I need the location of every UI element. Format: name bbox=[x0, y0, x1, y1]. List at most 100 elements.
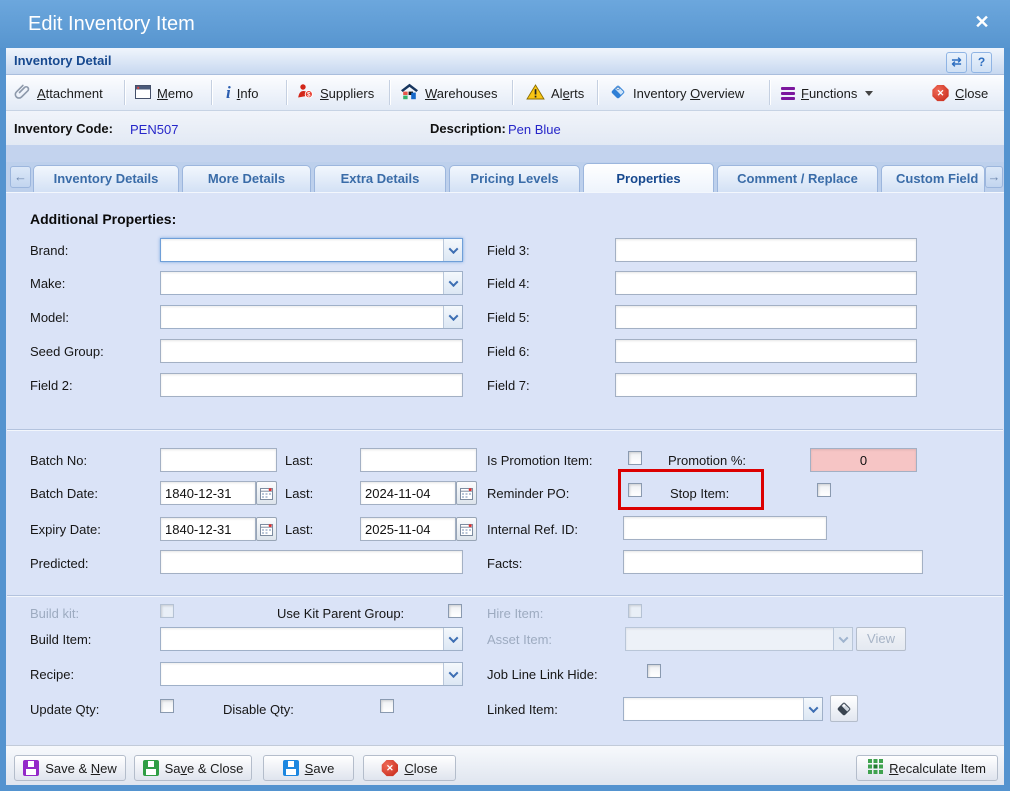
expiry-date-last-label: Last: bbox=[285, 522, 313, 537]
field4-input[interactable] bbox=[615, 271, 917, 295]
batch-no-last-input[interactable] bbox=[360, 448, 477, 472]
hire-item-label: Hire Item: bbox=[487, 606, 543, 621]
panel-header bbox=[6, 48, 1004, 75]
inventory-overview-button[interactable]: Inventory Overview bbox=[609, 82, 744, 104]
batch-date-label: Batch Date: bbox=[30, 486, 98, 501]
recalculate-item-button[interactable]: Recalculate Item bbox=[856, 755, 998, 781]
batch-date-last-input[interactable] bbox=[360, 481, 456, 505]
tab-scroll-left-icon[interactable]: ← bbox=[10, 166, 31, 188]
asset-item-select bbox=[625, 627, 853, 651]
update-qty-checkbox[interactable] bbox=[160, 699, 174, 713]
close-button[interactable]: ✕ Close bbox=[363, 755, 456, 781]
recipe-select[interactable] bbox=[160, 662, 463, 686]
tab-custom-fields[interactable]: Custom Field bbox=[881, 165, 985, 192]
recalculate-grid-icon bbox=[868, 759, 883, 777]
batch-date-calendar-button[interactable] bbox=[256, 481, 277, 505]
tab-pricing-levels[interactable]: Pricing Levels bbox=[449, 165, 580, 192]
save-and-close-button[interactable]: Save & Close bbox=[134, 755, 252, 781]
toolbar-close-button[interactable]: ✕ Close bbox=[932, 82, 988, 104]
linked-item-tag-button[interactable] bbox=[830, 695, 858, 722]
recipe-label: Recipe: bbox=[30, 667, 74, 682]
field2-input[interactable] bbox=[160, 373, 463, 397]
alerts-label: Alerts bbox=[551, 86, 584, 101]
linked-item-label: Linked Item: bbox=[487, 702, 558, 717]
batch-no-last-label: Last: bbox=[285, 453, 313, 468]
description-label: Description: bbox=[430, 121, 506, 136]
supplier-person-icon: $ bbox=[297, 83, 314, 103]
section-divider bbox=[7, 429, 1003, 431]
suppliers-button[interactable]: $ Suppliers bbox=[297, 82, 374, 104]
expiry-date-last-input[interactable] bbox=[360, 517, 456, 541]
linked-item-select[interactable] bbox=[623, 697, 823, 721]
title-bar: Edit Inventory Item ✕ bbox=[0, 0, 1010, 48]
save-new-floppy-icon bbox=[23, 760, 39, 776]
seed-group-label: Seed Group: bbox=[30, 344, 104, 359]
memo-label: Memo bbox=[157, 86, 193, 101]
window-title: Edit Inventory Item bbox=[28, 13, 195, 36]
tab-inventory-details[interactable]: Inventory Details bbox=[33, 165, 179, 192]
build-kit-label: Build kit: bbox=[30, 606, 79, 621]
field7-input[interactable] bbox=[615, 373, 917, 397]
is-promotion-checkbox[interactable] bbox=[628, 451, 642, 465]
window-close-icon[interactable]: ✕ bbox=[966, 12, 998, 38]
properties-panel: Additional Properties: Brand: Make: Mode… bbox=[6, 192, 1004, 745]
inventory-overview-label: Inventory Overview bbox=[633, 86, 744, 101]
build-item-select[interactable] bbox=[160, 627, 463, 651]
refresh-button[interactable]: ⇄ bbox=[946, 52, 967, 73]
functions-button[interactable]: Functions bbox=[781, 82, 873, 104]
field7-label: Field 7: bbox=[487, 378, 530, 393]
tab-comment-replace[interactable]: Comment / Replace bbox=[717, 165, 878, 192]
tab-more-details[interactable]: More Details bbox=[182, 165, 311, 192]
close-octagon-icon: ✕ bbox=[932, 85, 949, 102]
facts-input[interactable] bbox=[623, 550, 923, 574]
stop-item-checkbox[interactable] bbox=[817, 483, 831, 497]
help-button[interactable]: ? bbox=[971, 52, 992, 73]
model-select[interactable] bbox=[160, 305, 463, 329]
field3-input[interactable] bbox=[615, 238, 917, 262]
field5-input[interactable] bbox=[615, 305, 917, 329]
tag-icon bbox=[609, 83, 627, 104]
job-line-link-hide-checkbox[interactable] bbox=[647, 664, 661, 678]
expiry-date-last-calendar-button[interactable] bbox=[456, 517, 477, 541]
use-kit-parent-checkbox[interactable] bbox=[448, 604, 462, 618]
chevron-down-icon bbox=[443, 306, 462, 328]
seed-group-input[interactable] bbox=[160, 339, 463, 363]
tab-extra-details[interactable]: Extra Details bbox=[314, 165, 446, 192]
chevron-down-icon bbox=[803, 698, 822, 720]
facts-label: Facts: bbox=[487, 556, 522, 571]
internal-ref-input[interactable] bbox=[623, 516, 827, 540]
tab-scroll-right-icon[interactable]: → bbox=[985, 166, 1003, 188]
save-button[interactable]: Save bbox=[263, 755, 354, 781]
batch-no-input[interactable] bbox=[160, 448, 277, 472]
internal-ref-label: Internal Ref. ID: bbox=[487, 522, 578, 537]
disable-qty-checkbox[interactable] bbox=[380, 699, 394, 713]
make-select[interactable] bbox=[160, 271, 463, 295]
promotion-pct-input[interactable] bbox=[810, 448, 917, 472]
field6-input[interactable] bbox=[615, 339, 917, 363]
save-close-label: Save & Close bbox=[165, 761, 244, 776]
view-button: View bbox=[856, 627, 906, 651]
tag-icon bbox=[835, 700, 853, 718]
reminder-po-label: Reminder PO: bbox=[487, 486, 569, 501]
is-promotion-label: Is Promotion Item: bbox=[487, 453, 592, 468]
save-and-new-button[interactable]: Save & New bbox=[14, 755, 126, 781]
batch-date-input[interactable] bbox=[160, 481, 256, 505]
predicted-label: Predicted: bbox=[30, 556, 89, 571]
brand-select[interactable] bbox=[160, 238, 463, 262]
description-value: Pen Blue bbox=[508, 122, 561, 137]
memo-button[interactable]: Memo bbox=[135, 82, 193, 104]
toolbar-separator bbox=[389, 80, 391, 105]
calendar-icon bbox=[460, 523, 473, 536]
expiry-date-input[interactable] bbox=[160, 517, 256, 541]
batch-date-last-calendar-button[interactable] bbox=[456, 481, 477, 505]
job-line-link-hide-label: Job Line Link Hide: bbox=[487, 667, 598, 682]
warehouses-button[interactable]: Warehouses bbox=[400, 82, 498, 104]
tab-properties[interactable]: Properties bbox=[583, 163, 714, 192]
attachment-button[interactable]: Attachment bbox=[14, 82, 103, 104]
alerts-button[interactable]: Alerts bbox=[526, 82, 584, 104]
predicted-input[interactable] bbox=[160, 550, 463, 574]
info-button[interactable]: i Info bbox=[226, 82, 258, 104]
build-item-label: Build Item: bbox=[30, 632, 91, 647]
suppliers-label: Suppliers bbox=[320, 86, 374, 101]
expiry-date-calendar-button[interactable] bbox=[256, 517, 277, 541]
